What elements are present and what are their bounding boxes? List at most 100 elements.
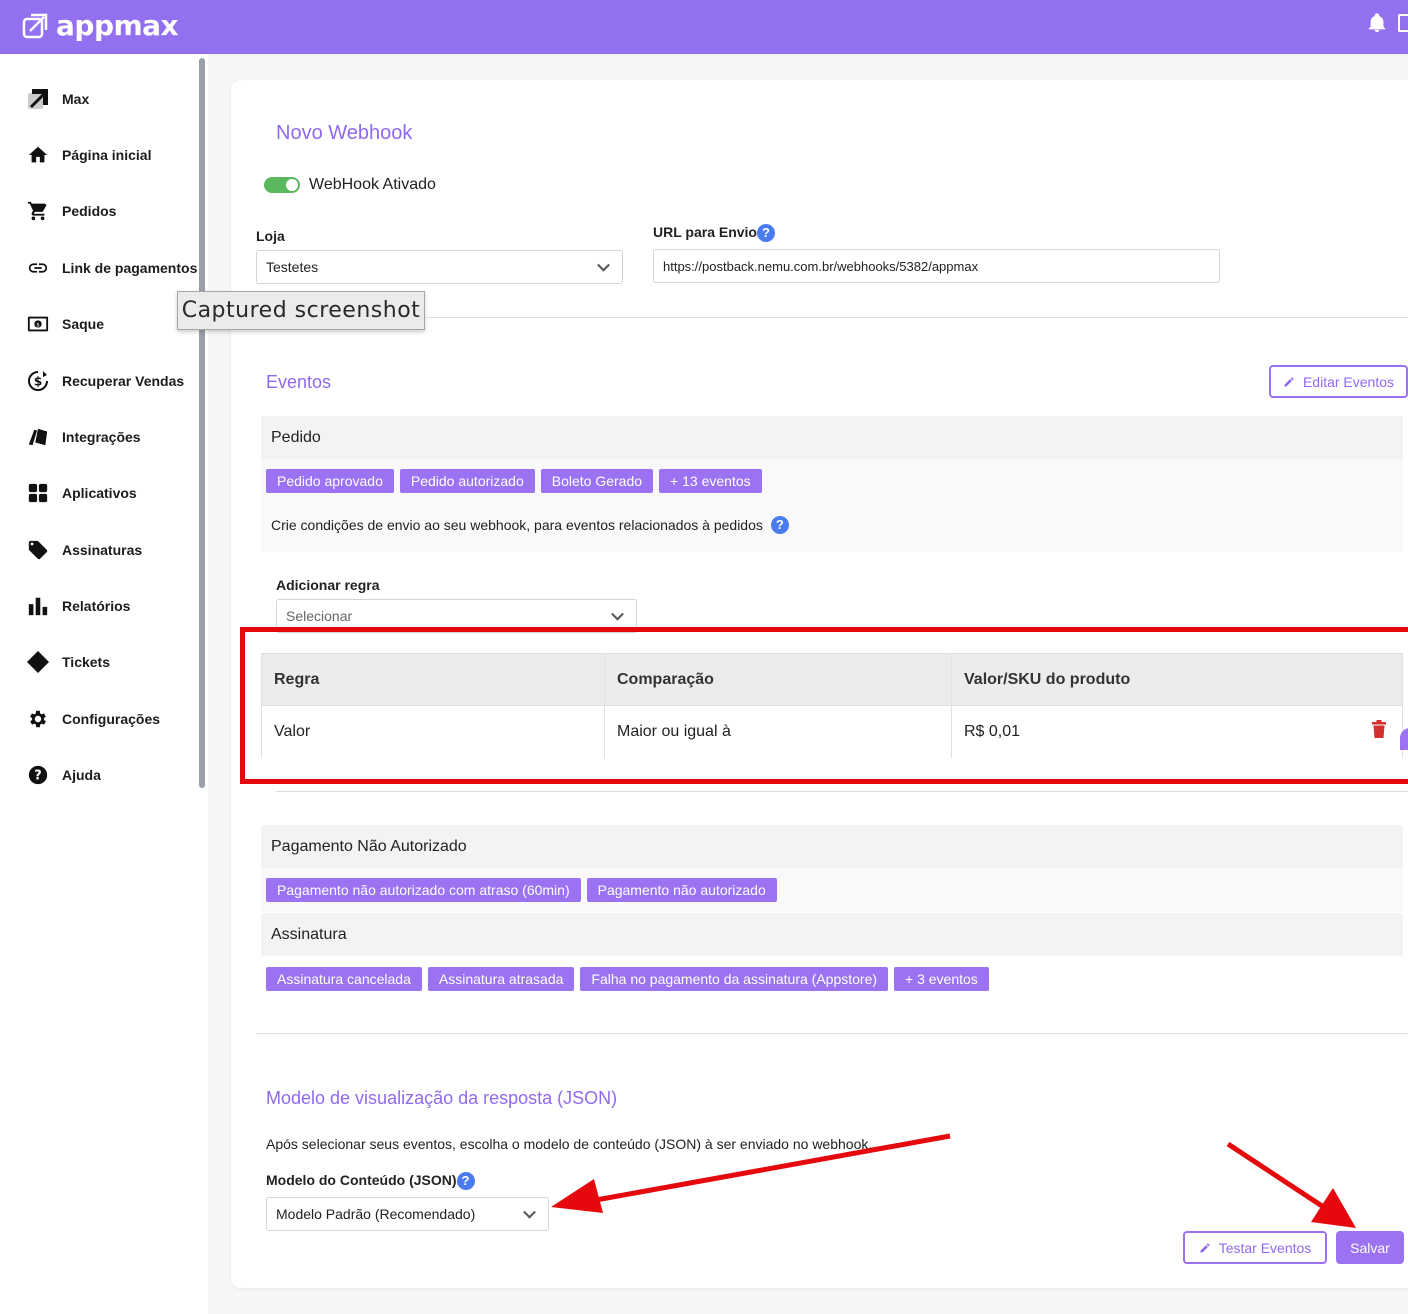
store-label: Loja [256, 228, 285, 244]
url-input[interactable]: https://postback.nemu.com.br/webhooks/53… [653, 249, 1220, 283]
webhook-active-toggle[interactable] [264, 177, 300, 193]
event-chip[interactable]: Pagamento não autorizado [586, 878, 777, 902]
sidebar-item-home[interactable]: Página inicial [26, 140, 151, 170]
subscription-chips: Assinatura cancelada Assinatura atrasada… [266, 967, 989, 991]
more-events-chip[interactable]: + 3 eventos [894, 967, 989, 991]
svg-text:$: $ [36, 322, 40, 328]
event-chip[interactable]: Pedido aprovado [266, 469, 394, 493]
recover-money-icon: $ [26, 369, 50, 393]
event-chip[interactable]: Assinatura cancelada [266, 967, 422, 991]
store-select-value: Testetes [266, 259, 319, 275]
test-events-button[interactable]: Testar Eventos [1183, 1231, 1327, 1264]
events-title: Eventos [266, 372, 332, 392]
json-model-value: Modelo Padrão (Recomendado) [276, 1206, 476, 1222]
url-label-text: URL para Envio [653, 224, 757, 240]
cart-icon [26, 199, 50, 223]
sidebar-item-integrations[interactable]: Integrações [26, 422, 141, 452]
event-chip[interactable]: Pagamento não autorizado com atraso (60m… [266, 878, 581, 902]
sidebar-scrollbar[interactable] [199, 58, 205, 788]
sidebar-item-max[interactable]: Max [26, 84, 89, 114]
json-model-label: Modelo do Conteúdo (JSON)? [266, 1172, 475, 1191]
apps-grid-icon [26, 481, 50, 505]
page-title: Novo Webhook [276, 122, 413, 144]
sidebar-item-orders[interactable]: Pedidos [26, 196, 116, 226]
event-chip[interactable]: Assinatura atrasada [427, 967, 575, 991]
json-section-title: Modelo de visualização da resposta (JSON… [266, 1088, 618, 1108]
divider [256, 1033, 1408, 1034]
gear-icon [26, 707, 50, 731]
cell-rule: Valor [262, 706, 605, 758]
event-chip[interactable]: Falha no pagamento da assinatura (Appsto… [580, 967, 889, 991]
sidebar-item-help[interactable]: ? Ajuda [26, 760, 101, 790]
sidebar-item-apps[interactable]: Aplicativos [26, 478, 137, 508]
sidebar [0, 54, 208, 1314]
link-icon [26, 256, 50, 280]
bell-icon[interactable] [1366, 12, 1388, 34]
group-unauthorized-header: Pagamento Não Autorizado [261, 825, 1403, 868]
trash-icon[interactable] [1372, 720, 1386, 738]
json-description: Após selecionar seus eventos, escolha o … [266, 1136, 873, 1152]
divider [276, 791, 1408, 792]
help-icon: ? [26, 763, 50, 787]
rules-table-header: Regra Comparação Valor/SKU do produto [262, 654, 1402, 705]
max-logo-icon [26, 87, 50, 111]
json-model-label-text: Modelo do Conteúdo (JSON) [266, 1172, 457, 1188]
cell-comparison: Maior ou igual à [605, 706, 952, 758]
sidebar-item-tickets[interactable]: Tickets [26, 647, 110, 677]
edit-events-button[interactable]: Editar Eventos [1269, 365, 1408, 398]
url-label: URL para Envio? [653, 224, 775, 243]
integrations-icon [26, 425, 50, 449]
add-rule-select[interactable]: Selecionar [276, 599, 637, 633]
conditions-help-icon[interactable]: ? [770, 516, 789, 534]
svg-text:?: ? [34, 769, 41, 784]
url-help-icon[interactable]: ? [757, 224, 775, 243]
json-model-help-icon[interactable]: ? [456, 1172, 475, 1191]
header-comparison: Comparação [605, 654, 952, 705]
edit-events-label: Editar Eventos [1302, 373, 1395, 390]
sidebar-item-settings[interactable]: Configurações [26, 704, 160, 734]
add-rule-placeholder: Selecionar [286, 608, 353, 624]
cash-icon: $ [26, 312, 50, 336]
appmax-logo[interactable]: appmax [22, 9, 179, 42]
sidebar-item-subscriptions[interactable]: Assinaturas [26, 535, 142, 565]
floating-action-edge[interactable] [1400, 728, 1408, 750]
conditions-text-label: Crie condições de envio ao seu webhook, … [271, 517, 763, 533]
ticket-icon [26, 650, 50, 674]
sidebar-item-reports[interactable]: Relatórios [26, 591, 130, 621]
tag-icon [26, 538, 50, 562]
appmax-logo-icon [22, 13, 48, 38]
captured-screenshot-tooltip: Captured screenshot [177, 291, 425, 330]
sidebar-item-recover-sales[interactable]: $ Recuperar Vendas [26, 366, 184, 396]
unauthorized-chips: Pagamento não autorizado com atraso (60m… [266, 878, 777, 902]
rules-table: Regra Comparação Valor/SKU do produto Va… [261, 653, 1403, 758]
store-select[interactable]: Testetes [256, 250, 623, 284]
add-rule-label: Adicionar regra [276, 577, 380, 593]
event-chip[interactable]: Boleto Gerado [540, 469, 654, 493]
brand-name: appmax [56, 9, 179, 42]
pencil-icon [1200, 1243, 1210, 1252]
more-events-chip[interactable]: + 13 eventos [659, 469, 762, 493]
webhook-active-label: WebHook Ativado [309, 176, 436, 193]
url-input-value: https://postback.nemu.com.br/webhooks/53… [663, 258, 979, 274]
chevron-down-icon [611, 607, 624, 621]
chevron-down-icon [523, 1205, 536, 1219]
chevron-down-icon [597, 258, 610, 272]
svg-text:$: $ [34, 375, 42, 389]
table-row: Valor Maior ou igual à R$ 0,01 [262, 705, 1402, 758]
sidebar-item-withdraw[interactable]: $ Saque [26, 309, 104, 339]
event-chip[interactable]: Pedido autorizado [399, 469, 535, 493]
sidebar-item-payment-links[interactable]: Link de pagamentos [26, 253, 197, 283]
group-subscription-header: Assinatura [261, 913, 1403, 956]
divider [426, 317, 1408, 318]
test-events-label: Testar Eventos [1218, 1239, 1312, 1256]
cell-value: R$ 0,01 [964, 723, 1021, 740]
bar-chart-icon [26, 594, 50, 618]
pencil-icon [1284, 377, 1294, 386]
user-menu-icon[interactable] [1398, 14, 1408, 32]
json-model-select[interactable]: Modelo Padrão (Recomendado) [266, 1197, 549, 1231]
header-rule: Regra [262, 654, 605, 705]
save-button[interactable]: Salvar [1336, 1231, 1404, 1264]
home-icon [26, 143, 50, 167]
conditions-text: Crie condições de envio ao seu webhook, … [271, 516, 789, 534]
pedido-chips: Pedido aprovado Pedido autorizado Boleto… [266, 469, 762, 493]
